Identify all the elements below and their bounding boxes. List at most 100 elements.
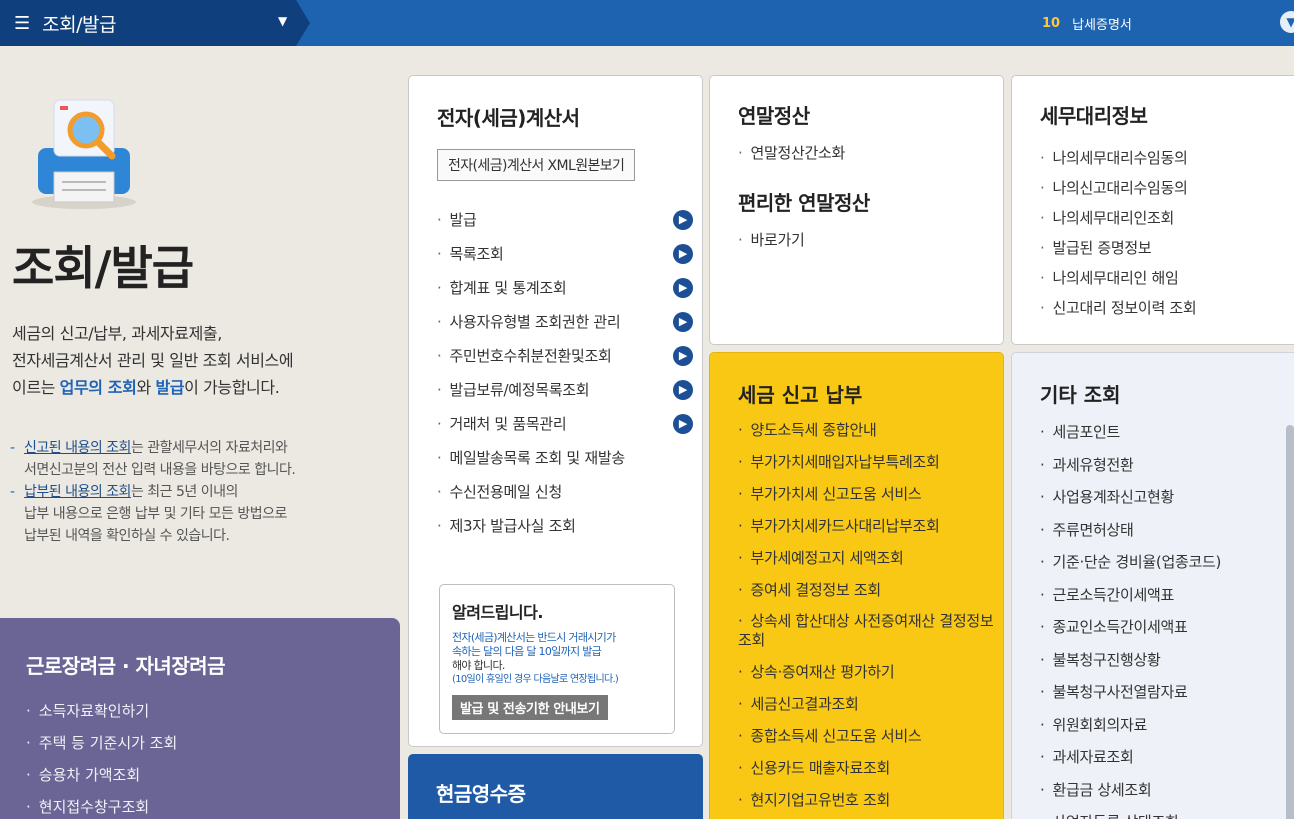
- tax-filing-item[interactable]: 현지기업고유번호 조회: [738, 784, 998, 816]
- e-invoice-card: 전자(세금)계산서 전자(세금)계산서 XML원본보기 발급 ▶ 목록조회 ▶ 합계…: [408, 75, 703, 747]
- reward-title: 근로장려금 · 자녀장려금: [26, 654, 226, 678]
- other-inquiry-item[interactable]: 사업용계좌신고현황: [1040, 481, 1294, 514]
- tax-agent-item[interactable]: 나의신고대리수임동의: [1040, 173, 1294, 203]
- other-inquiry-card: 기타 조회 세금포인트 과세유형전환 사업용계좌신고현황 주류면허상태 기준·단…: [1011, 352, 1294, 819]
- notice-note: (10일이 휴일인 경우 다음날로 연장됩니다.): [452, 674, 619, 685]
- e-invoice-item[interactable]: 수신전용메일 신청: [437, 475, 693, 509]
- page-description: 세금의 신고/납부, 과세자료제출, 전자세금계산서 관리 및 일반 조회 서비…: [12, 320, 392, 401]
- e-invoice-item[interactable]: 목록조회 ▶: [437, 237, 693, 271]
- tax-filing-item[interactable]: 신용카드 매출자료조회: [738, 752, 998, 784]
- note-text: 신고된 내용의 조회는 관할세무서의 자료처리와 서면신고분의 전산 입력 내용…: [24, 437, 296, 481]
- tax-filing-item[interactable]: 상속·증여재산 평가하기: [738, 656, 998, 688]
- notice-box: 알려드립니다. 전자(세금)계산서는 반드시 거래시기가 속하는 달의 다음 달…: [439, 584, 675, 734]
- other-inquiry-title[interactable]: 기타 조회: [1040, 379, 1294, 408]
- note-line: 납부 내용으로 은행 납부 및 기타 모든 방법으로: [24, 506, 287, 522]
- other-inquiry-item[interactable]: 환급금 상세조회: [1040, 774, 1294, 807]
- desc-text: 이르는: [12, 378, 60, 397]
- chevron-right-circle-icon[interactable]: ▶: [673, 278, 693, 298]
- tax-filing-card: 세금 신고 납부 양도소득세 종합안내 부가가치세매입자납부특례조회 부가가치세…: [709, 352, 1004, 819]
- year-end-title[interactable]: 연말정산: [738, 100, 1003, 129]
- item-label[interactable]: 주민번호수취분전환및조회: [449, 347, 611, 365]
- other-inquiry-item[interactable]: 불복청구진행상황: [1040, 644, 1294, 677]
- e-invoice-item[interactable]: 주민번호수취분전환및조회 ▶: [437, 339, 693, 373]
- chevron-down-icon[interactable]: ▼: [278, 14, 287, 28]
- rolling-label[interactable]: 납세증명서: [1072, 14, 1132, 33]
- tax-agent-item[interactable]: 나의세무대리수임동의: [1040, 143, 1294, 173]
- shortcut-link[interactable]: 바로가기: [738, 228, 1003, 252]
- reward-item[interactable]: 현지접수창구조회: [26, 791, 400, 819]
- cash-receipt-title[interactable]: 현금영수증: [436, 778, 703, 807]
- other-inquiry-item[interactable]: 사업자등록 상태조회: [1040, 806, 1294, 819]
- rolling-number: 10: [1042, 15, 1061, 31]
- tax-agent-title[interactable]: 세무대리정보: [1040, 100, 1294, 129]
- item-label[interactable]: 발급: [449, 211, 476, 229]
- convenient-year-end-title[interactable]: 편리한 연말정산: [738, 187, 1003, 216]
- scrollbar[interactable]: [1286, 425, 1294, 819]
- other-inquiry-item[interactable]: 근로소득간이세액표: [1040, 579, 1294, 612]
- reward-item[interactable]: 승용차 가액조회: [26, 759, 400, 791]
- desc-line: 세금의 신고/납부, 과세자료제출,: [12, 324, 222, 343]
- other-inquiry-item[interactable]: 종교인소득간이세액표: [1040, 611, 1294, 644]
- item-label[interactable]: 사용자유형별 조회권한 관리: [449, 313, 620, 331]
- chevron-right-circle-icon[interactable]: ▶: [673, 346, 693, 366]
- tax-agent-card: 세무대리정보 나의세무대리수임동의 나의신고대리수임동의 나의세무대리인조회 발…: [1011, 75, 1294, 345]
- tax-agent-item[interactable]: 신고대리 정보이력 조회: [1040, 293, 1294, 323]
- tax-agent-item[interactable]: 나의세무대리인조회: [1040, 203, 1294, 233]
- tax-filing-item[interactable]: 부가가치세 신고도움 서비스: [738, 478, 998, 510]
- chevron-right-circle-icon[interactable]: ▶: [673, 380, 693, 400]
- e-invoice-item[interactable]: 사용자유형별 조회권한 관리 ▶: [437, 305, 693, 339]
- hamburger-icon[interactable]: ☰: [14, 13, 30, 34]
- desc-highlight: 발급: [155, 378, 185, 397]
- e-invoice-item[interactable]: 발급 ▶: [437, 203, 693, 237]
- tax-filing-item[interactable]: 상속세 합산대상 사전증여재산 결정정보 조회: [738, 606, 998, 656]
- note-link: 납부된 내용의 조회: [24, 484, 131, 500]
- item-label[interactable]: 발급보류/예정목록조회: [449, 381, 589, 399]
- tax-filing-item[interactable]: 양도소득세 종합안내: [738, 414, 998, 446]
- e-invoice-item[interactable]: 발급보류/예정목록조회 ▶: [437, 373, 693, 407]
- other-inquiry-item[interactable]: 위원회회의자료: [1040, 709, 1294, 742]
- reward-item[interactable]: 주택 등 기준시가 조회: [26, 727, 400, 759]
- tax-filing-item[interactable]: 부가가치세카드사대리납부조회: [738, 510, 998, 542]
- e-invoice-item[interactable]: 거래처 및 품목관리 ▶: [437, 407, 693, 441]
- cash-receipt-card[interactable]: 현금영수증: [408, 754, 703, 819]
- deadline-guide-button[interactable]: 발급 및 전송기한 안내보기: [452, 695, 608, 720]
- note-rest: 는 관할세무서의 자료처리와: [130, 440, 288, 456]
- item-label[interactable]: 목록조회: [449, 245, 503, 263]
- other-inquiry-item[interactable]: 주류면허상태: [1040, 514, 1294, 547]
- notes: - 신고된 내용의 조회는 관할세무서의 자료처리와 서면신고분의 전산 입력 …: [10, 437, 400, 547]
- page-title: 조회/발급: [12, 241, 194, 295]
- note-link: 신고된 내용의 조회: [24, 440, 131, 456]
- tax-agent-item[interactable]: 발급된 증명정보: [1040, 233, 1294, 263]
- menu-breadcrumb[interactable]: ☰ 조회/발급 ▼: [0, 0, 310, 46]
- chevron-right-circle-icon[interactable]: ▶: [673, 244, 693, 264]
- tax-agent-item[interactable]: 나의세무대리인 해임: [1040, 263, 1294, 293]
- chevron-down-circle-icon[interactable]: ▼: [1280, 11, 1294, 33]
- item-label[interactable]: 합계표 및 통계조회: [449, 279, 566, 297]
- tax-filing-item[interactable]: 세금신고결과조회: [738, 688, 998, 720]
- note-line: 납부된 내역을 확인하실 수 있습니다.: [24, 528, 230, 544]
- chevron-right-circle-icon[interactable]: ▶: [673, 312, 693, 332]
- tax-filing-item[interactable]: 종합소득세 신고도움 서비스: [738, 720, 998, 752]
- tax-filing-item[interactable]: 부가가치세매입자납부특례조회: [738, 446, 998, 478]
- reward-item[interactable]: 소득자료확인하기: [26, 695, 400, 727]
- e-invoice-item[interactable]: 메일발송목록 조회 및 재발송: [437, 441, 693, 475]
- other-inquiry-item[interactable]: 세금포인트: [1040, 416, 1294, 449]
- other-inquiry-item[interactable]: 불복청구사전열람자료: [1040, 676, 1294, 709]
- chevron-right-circle-icon[interactable]: ▶: [673, 414, 693, 434]
- e-invoice-item[interactable]: 제3자 발급사실 조회: [437, 509, 693, 543]
- tax-filing-title[interactable]: 세금 신고 납부: [738, 379, 1003, 408]
- inquiry-print-icon: [32, 99, 136, 209]
- notice-line: 속하는 달의 다음 달 10일까지 발급: [452, 645, 602, 658]
- chevron-right-circle-icon[interactable]: ▶: [673, 210, 693, 230]
- year-end-item[interactable]: 연말정산간소화: [738, 141, 1003, 165]
- rolling-menu[interactable]: 10 납세증명서 ▼: [1042, 0, 1294, 46]
- other-inquiry-item[interactable]: 과세자료조회: [1040, 741, 1294, 774]
- tax-filing-item[interactable]: 증여세 결정정보 조회: [738, 574, 998, 606]
- other-inquiry-item[interactable]: 과세유형전환: [1040, 449, 1294, 482]
- xml-view-button[interactable]: 전자(세금)계산서 XML원본보기: [437, 149, 636, 181]
- e-invoice-title[interactable]: 전자(세금)계산서: [437, 102, 702, 131]
- other-inquiry-item[interactable]: 기준·단순 경비율(업종코드): [1040, 546, 1294, 579]
- tax-filing-item[interactable]: 부가세예정고지 세액조회: [738, 542, 998, 574]
- item-label[interactable]: 거래처 및 품목관리: [449, 415, 566, 433]
- e-invoice-item[interactable]: 합계표 및 통계조회 ▶: [437, 271, 693, 305]
